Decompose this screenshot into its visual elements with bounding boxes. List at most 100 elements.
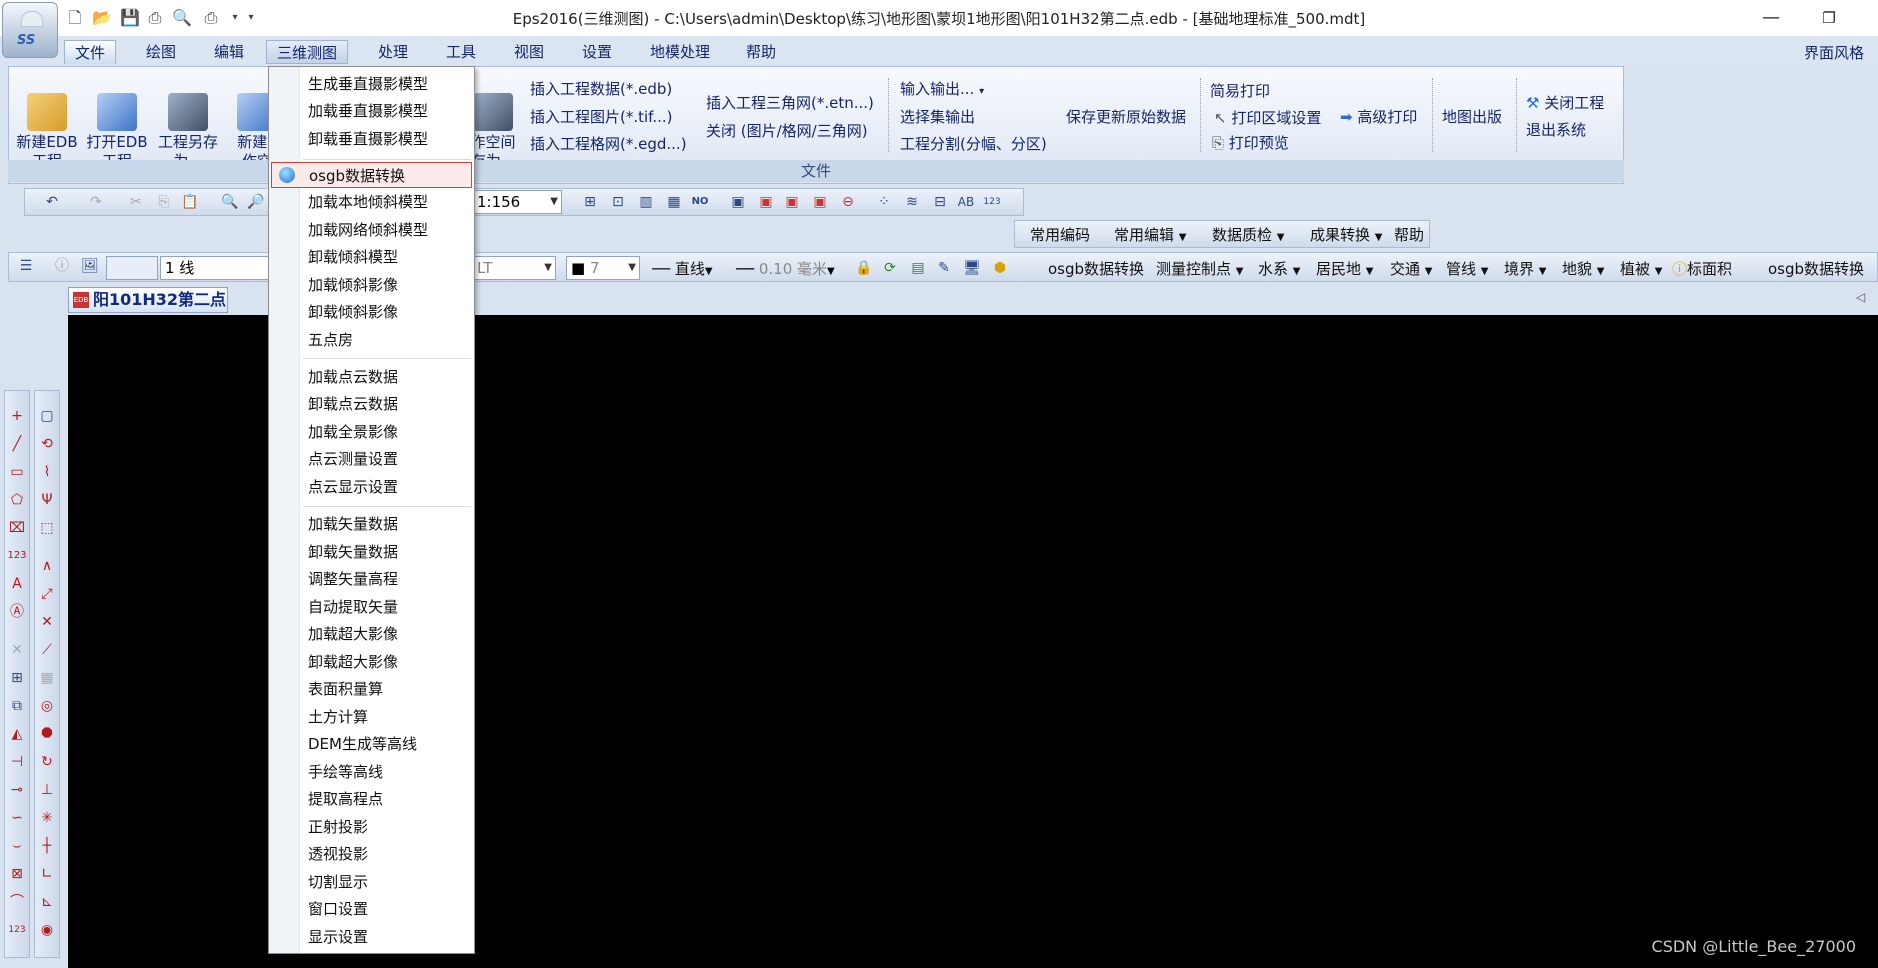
octagon-icon[interactable]: ⯃	[37, 724, 57, 744]
move-icon[interactable]: ⤢	[37, 584, 57, 604]
insert-project-image[interactable]: 插入工程图片(*.tif...)	[530, 106, 673, 127]
menu-item-window-settings[interactable]: 窗口设置	[269, 896, 474, 922]
common-edit[interactable]: 常用编辑 ▼	[1114, 224, 1187, 245]
grid-select-icon[interactable]: ▦	[37, 668, 57, 688]
minimize-icon[interactable]: —	[1756, 6, 1786, 30]
menu-settings[interactable]: 设置	[572, 40, 622, 64]
boundaries[interactable]: 境界 ▼	[1504, 258, 1547, 279]
annotation-number-icon[interactable]: 123	[7, 546, 27, 566]
menu-edit[interactable]: 编辑	[204, 40, 254, 64]
scale-combo[interactable]: 1:156 ▼	[472, 190, 562, 214]
snap-grid-icon[interactable]: ⊟	[930, 192, 950, 212]
refresh-icon[interactable]: ⟳	[880, 258, 900, 278]
group-icon[interactable]: ⊞	[7, 668, 27, 688]
copy-icon[interactable]: ⎘	[154, 192, 174, 212]
input-output-menu[interactable]: 输入输出... ▾	[900, 78, 984, 99]
selection-set-output[interactable]: 选择集输出	[900, 106, 975, 127]
layer-manager-icon[interactable]: ☰	[16, 256, 36, 276]
map-publish[interactable]: 地图出版	[1442, 106, 1502, 127]
scale-axis-icon[interactable]: ⊾	[37, 892, 57, 912]
circle-icon[interactable]: ◎	[37, 696, 57, 716]
info-icon[interactable]: ⓘ	[52, 256, 72, 276]
pipelines[interactable]: 管线 ▼	[1446, 258, 1489, 279]
select-icon[interactable]: ▢	[37, 406, 57, 426]
code-input[interactable]	[106, 256, 158, 280]
common-codes[interactable]: 常用编码	[1030, 224, 1090, 245]
snap-points-icon[interactable]: ⁘	[874, 192, 894, 212]
menu-item-unload-vector-data[interactable]: 卸载矢量数据	[269, 539, 474, 565]
star-icon[interactable]: ✳	[37, 808, 57, 828]
insert-project-tin[interactable]: 插入工程三角网(*.etn...)	[706, 92, 874, 113]
number-123-icon[interactable]: 123	[982, 192, 1002, 212]
restore-icon[interactable]: ❐	[1814, 6, 1844, 30]
node-icon[interactable]: ⊠	[7, 864, 27, 884]
menu-item-load-oblique-image[interactable]: 加载倾斜影像	[269, 272, 474, 298]
layer-edit-icon[interactable]: ▣	[782, 192, 802, 212]
menu-item-load-point-cloud[interactable]: 加载点云数据	[269, 364, 474, 390]
symbol-icon[interactable]: Ψ	[37, 490, 57, 510]
insert-project-grid[interactable]: 插入工程格网(*.egd...)	[530, 133, 687, 154]
smooth-icon[interactable]: ⌣	[7, 836, 27, 856]
layer-filter-icon[interactable]: ▣	[810, 192, 830, 212]
menu-help[interactable]: 帮助	[736, 40, 786, 64]
zoom-extents-icon[interactable]: ⊞	[580, 192, 600, 212]
window-select-icon[interactable]: ⬚	[37, 518, 57, 538]
menu-item-perspective-projection[interactable]: 透视投影	[269, 841, 474, 867]
menu-item-hand-drawn-contours[interactable]: 手绘等高线	[269, 759, 474, 785]
line-icon[interactable]: ╱	[7, 434, 27, 454]
no-icon[interactable]: NO	[690, 192, 710, 212]
menu-file[interactable]: 文件	[64, 40, 117, 64]
layer-combo[interactable]: 1 线	[160, 256, 270, 280]
menu-item-orthographic-projection[interactable]: 正射投影	[269, 814, 474, 840]
osgb-data-conversion-right[interactable]: osgb数据转换	[1768, 258, 1864, 279]
landforms[interactable]: 地貌 ▼	[1562, 258, 1605, 279]
menu-tools[interactable]: 工具	[436, 40, 486, 64]
menu-item-extract-elevation-points[interactable]: 提取高程点	[269, 786, 474, 812]
menu-item-unload-vertical-model[interactable]: 卸载垂直摄影模型	[269, 126, 474, 152]
tab-scroll-left-icon[interactable]: ◁	[1856, 290, 1865, 304]
menu-terrain[interactable]: 地模处理	[640, 40, 720, 64]
menu-item-auto-extract-vector[interactable]: 自动提取矢量	[269, 594, 474, 620]
survey-control-points[interactable]: 测量控制点 ▼	[1156, 258, 1244, 279]
app-logo[interactable]: SS	[2, 2, 58, 58]
line-width-combo[interactable]: ── 0.10 毫米▼	[736, 258, 835, 279]
zoom-all-icon[interactable]: ▥	[636, 192, 656, 212]
cube-icon[interactable]: ⬢	[990, 258, 1010, 278]
open-edb-project-button[interactable]: 打开EDB 工程	[82, 74, 152, 171]
menu-item-point-cloud-measure-settings[interactable]: 点云测量设置	[269, 446, 474, 472]
menu-item-generate-vertical-model[interactable]: 生成垂直摄影模型	[269, 71, 474, 97]
ui-style-menu[interactable]: 界面风格	[1804, 42, 1864, 63]
advanced-print[interactable]: ➡ 高级打印	[1340, 106, 1417, 127]
trim-icon[interactable]: ⊣	[7, 752, 27, 772]
result-conversion[interactable]: 成果转换 ▼	[1310, 224, 1383, 245]
properties-icon[interactable]: ▤	[908, 258, 928, 278]
cut-icon[interactable]: ✂	[126, 192, 146, 212]
color-combo[interactable]: ■ 7 ▼	[566, 256, 640, 280]
undo-icon[interactable]: ↶	[42, 192, 62, 212]
menu-item-osgb-conversion[interactable]: osgb数据转换	[271, 162, 472, 188]
menu-process[interactable]: 处理	[368, 40, 418, 64]
monitor-icon[interactable]: 🖥	[962, 258, 982, 278]
menu-item-unload-oblique-model[interactable]: 卸载倾斜模型	[269, 244, 474, 270]
spline-icon[interactable]: ⌒	[7, 892, 27, 912]
insert-project-data[interactable]: 插入工程数据(*.edb)	[530, 78, 672, 99]
menu-draw[interactable]: 绘图	[136, 40, 186, 64]
delete-icon[interactable]: ✕	[7, 640, 27, 660]
linetype-combo[interactable]: LT ▼	[472, 256, 556, 280]
zoom-in-icon[interactable]: 🔎	[246, 192, 266, 212]
menu-item-load-panorama[interactable]: 加载全景影像	[269, 419, 474, 445]
save-project-as-button[interactable]: 工程另存 为...	[153, 74, 223, 171]
menu-item-cut-display[interactable]: 切割显示	[269, 869, 474, 895]
simple-print[interactable]: 简易打印	[1210, 80, 1270, 101]
target-icon[interactable]: ◉	[37, 920, 57, 940]
polygon-icon[interactable]: ⬠	[7, 490, 27, 510]
brush-icon[interactable]: ✎	[934, 258, 954, 278]
menu-item-five-point-house[interactable]: 五点房	[269, 327, 474, 353]
text-ab-icon[interactable]: AB	[956, 192, 976, 212]
exit-system[interactable]: 退出系统	[1526, 119, 1586, 140]
rectangle-icon[interactable]: ▭	[7, 462, 27, 482]
vegetation[interactable]: 植被 ▼	[1620, 258, 1663, 279]
save-update-original-data[interactable]: 保存更新原始数据	[1066, 106, 1186, 127]
menu-item-unload-huge-image[interactable]: 卸载超大影像	[269, 649, 474, 675]
mirror-icon[interactable]: ◭	[7, 724, 27, 744]
